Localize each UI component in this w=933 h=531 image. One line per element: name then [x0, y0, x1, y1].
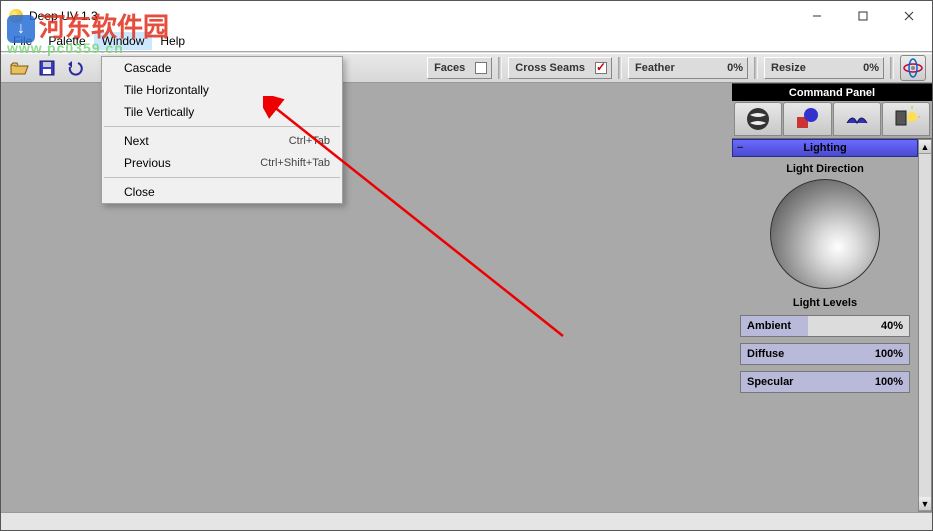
- folder-open-icon: [9, 59, 29, 77]
- faces-toggle[interactable]: Faces: [427, 57, 492, 79]
- menu-window[interactable]: Window: [94, 32, 153, 50]
- cross-seams-checkbox[interactable]: [595, 62, 607, 74]
- toolbar-divider: [754, 57, 758, 79]
- close-button[interactable]: [886, 1, 932, 31]
- menu-next[interactable]: NextCtrl+Tab: [102, 130, 342, 152]
- scroll-track[interactable]: [919, 154, 931, 497]
- command-panel-title: Command Panel: [732, 83, 932, 101]
- primitives-icon: [793, 105, 821, 133]
- ambient-slider[interactable]: Ambient 40%: [740, 315, 910, 337]
- command-panel-tabs: [732, 101, 932, 139]
- maximize-button[interactable]: [840, 1, 886, 31]
- lightbulb-icon: [892, 105, 920, 133]
- lighting-section: Light Direction Light Levels Ambient 40%…: [732, 157, 918, 403]
- light-direction-control[interactable]: [770, 179, 880, 289]
- feather-label: Feather: [629, 62, 681, 74]
- menu-tile-vertically[interactable]: Tile Vertically: [102, 101, 342, 123]
- resize-label: Resize: [765, 62, 812, 74]
- menu-cascade[interactable]: Cascade: [102, 57, 342, 79]
- unwrap-icon: [843, 105, 871, 133]
- resize-slider[interactable]: Resize 0%: [764, 57, 884, 79]
- diffuse-slider[interactable]: Diffuse 100%: [740, 343, 910, 365]
- diffuse-value: 100%: [875, 348, 903, 360]
- ambient-label: Ambient: [741, 320, 791, 332]
- specular-value: 100%: [875, 376, 903, 388]
- specular-slider[interactable]: Specular 100%: [740, 371, 910, 393]
- window-title: Deep UV 1.3: [29, 9, 98, 23]
- undo-button[interactable]: [63, 56, 87, 80]
- section-header-lighting[interactable]: − Lighting: [732, 139, 918, 157]
- toolbar-divider: [890, 57, 894, 79]
- open-button[interactable]: [7, 56, 31, 80]
- tab-checker[interactable]: [734, 102, 782, 136]
- title-bar: Deep UV 1.3: [1, 1, 932, 31]
- menu-previous[interactable]: PreviousCtrl+Shift+Tab: [102, 152, 342, 174]
- collapse-icon[interactable]: −: [737, 142, 743, 154]
- tab-unwrap[interactable]: [833, 102, 881, 136]
- tab-primitives[interactable]: [783, 102, 831, 136]
- orbit-button[interactable]: [900, 55, 926, 81]
- ambient-value: 40%: [881, 320, 903, 332]
- feather-value: 0%: [727, 62, 743, 74]
- floppy-icon: [38, 59, 56, 77]
- minimize-button[interactable]: [794, 1, 840, 31]
- scroll-up-button[interactable]: ▲: [919, 140, 931, 154]
- faces-label: Faces: [428, 62, 471, 74]
- specular-label: Specular: [741, 376, 793, 388]
- menu-bar: File Palette Window Help: [1, 31, 932, 51]
- scroll-down-button[interactable]: ▼: [919, 497, 931, 511]
- feather-slider[interactable]: Feather 0%: [628, 57, 748, 79]
- toolbar-divider: [618, 57, 622, 79]
- window-controls: [794, 1, 932, 31]
- resize-value: 0%: [863, 62, 879, 74]
- command-panel: Command Panel − Lighting Lig: [732, 83, 932, 512]
- checker-sphere-icon: [744, 105, 772, 133]
- app-icon: [9, 9, 23, 23]
- menu-help[interactable]: Help: [152, 32, 193, 50]
- menu-palette[interactable]: Palette: [40, 32, 93, 50]
- cross-seams-toggle[interactable]: Cross Seams: [508, 57, 612, 79]
- status-bar: [1, 512, 932, 530]
- menu-separator: [104, 177, 340, 178]
- menu-file[interactable]: File: [5, 32, 40, 50]
- light-levels-heading: Light Levels: [736, 297, 914, 309]
- tab-lighting[interactable]: [882, 102, 930, 136]
- menu-separator: [104, 126, 340, 127]
- orbit-icon: [902, 57, 924, 79]
- panel-scrollbar[interactable]: ▲ ▼: [918, 139, 932, 512]
- section-title: Lighting: [803, 142, 846, 154]
- faces-checkbox[interactable]: [475, 62, 487, 74]
- toolbar-divider: [498, 57, 502, 79]
- diffuse-label: Diffuse: [741, 348, 784, 360]
- menu-close[interactable]: Close: [102, 181, 342, 203]
- window-menu-dropdown: Cascade Tile Horizontally Tile Verticall…: [101, 56, 343, 204]
- menu-tile-horizontally[interactable]: Tile Horizontally: [102, 79, 342, 101]
- save-button[interactable]: [35, 56, 59, 80]
- undo-icon: [66, 59, 84, 77]
- cross-seams-label: Cross Seams: [509, 62, 591, 74]
- light-direction-heading: Light Direction: [736, 163, 914, 175]
